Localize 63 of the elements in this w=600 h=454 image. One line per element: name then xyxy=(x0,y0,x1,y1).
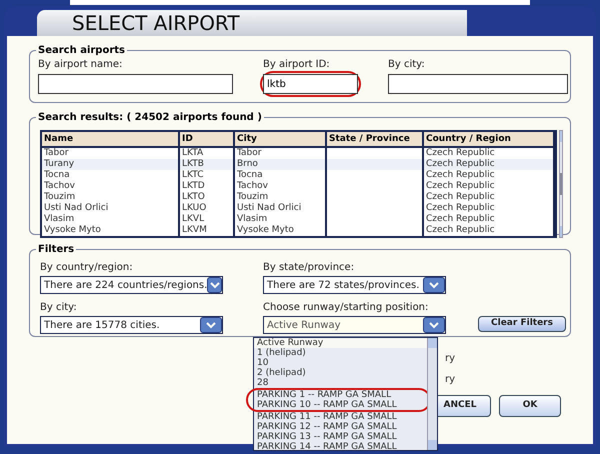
ok-button[interactable]: OK xyxy=(499,395,561,417)
dropdown-arrow-button[interactable] xyxy=(423,277,445,293)
group-legend: Search results: ( 24502 airports found ) xyxy=(36,110,264,125)
group-legend: Search airports xyxy=(36,43,127,58)
field-label: Choose runway/starting position: xyxy=(263,301,430,315)
input-field[interactable] xyxy=(388,74,568,94)
table-row[interactable]: Tabor LKTA Tabor Czech Republic xyxy=(42,148,555,159)
table-cell: Vysoke Myto xyxy=(42,225,180,236)
runway-option[interactable]: PARKING 11 -- RAMP GA SMALL xyxy=(254,412,427,422)
field-label: By airport ID: xyxy=(263,58,331,72)
field-label: By city: xyxy=(40,301,78,315)
column-header[interactable]: State / Province xyxy=(327,132,424,146)
runway-option[interactable]: 1 (helipad) xyxy=(254,348,427,358)
runway-option[interactable]: PARKING 13 -- RAMP GA SMALL xyxy=(254,432,427,442)
dropdown-arrow-button[interactable] xyxy=(423,317,445,333)
partial-label: ry xyxy=(445,352,456,366)
field-label: By airport name: xyxy=(38,58,124,72)
field-label: By country/region: xyxy=(40,261,134,275)
dropdown-value: There are 72 states/provinces. xyxy=(267,278,420,292)
chevron-down-icon xyxy=(210,282,220,288)
dropdown[interactable]: There are 72 states/provinces. xyxy=(263,276,446,294)
table-cell: LKVM xyxy=(180,225,235,236)
runway-option[interactable]: 28 xyxy=(254,378,427,388)
dropdown[interactable]: There are 15778 cities. xyxy=(40,316,223,334)
table-row[interactable]: Vlasim LKVL Vlasim Czech Republic xyxy=(42,214,555,225)
partial-label: ry xyxy=(445,373,456,387)
runway-option[interactable]: Active Runway xyxy=(254,338,427,348)
table-row[interactable]: Turany LKTB Brno Czech Republic xyxy=(42,159,555,170)
scrollbar[interactable] xyxy=(427,338,437,450)
dropdown-value: There are 15778 cities. xyxy=(44,318,160,332)
field-label: By state/province: xyxy=(263,261,356,275)
column-header[interactable]: Country / Region xyxy=(424,132,555,146)
window-title: SELECT AIRPORT xyxy=(72,13,240,33)
table-row[interactable]: Usti Nad Orlici LKUO Usti Nad Orlici Czech Republic xyxy=(42,203,555,214)
runway-option[interactable]: 2 (helipad) xyxy=(254,368,427,378)
table-row[interactable]: Tachov LKTD Tachov Czech Republic xyxy=(42,181,555,192)
column-header[interactable]: ID xyxy=(180,132,235,146)
dropdown[interactable]: There are 224 countries/regions. xyxy=(40,276,223,294)
dropdown-value: There are 224 countries/regions. xyxy=(44,278,208,292)
input-field[interactable]: lktb xyxy=(263,74,358,94)
runway-option[interactable]: PARKING 12 -- RAMP GA SMALL xyxy=(254,422,427,432)
chevron-down-icon xyxy=(429,322,439,328)
table-row[interactable]: Touzim LKTO Touzim Czech Republic xyxy=(42,192,555,203)
clear-filters-button[interactable]: Clear Filters xyxy=(478,316,566,332)
column-header[interactable]: City xyxy=(235,132,327,146)
dropdown-arrow-button[interactable] xyxy=(207,277,222,293)
column-header[interactable]: Name xyxy=(42,132,180,146)
table-cell: Czech Republic xyxy=(424,225,555,236)
table-cell: Vysoke Myto xyxy=(235,225,327,236)
chevron-down-icon xyxy=(206,322,216,328)
table-row[interactable]: Tocna LKTC Tocna Czech Republic xyxy=(42,170,555,181)
runway-option[interactable]: PARKING 10 -- RAMP GA SMALL xyxy=(254,400,429,410)
scrollbar[interactable] xyxy=(559,130,563,238)
input-field[interactable] xyxy=(38,74,233,94)
runway-option[interactable]: 10 xyxy=(254,358,427,368)
dropdown-value: Active Runway xyxy=(267,318,341,332)
table-row[interactable]: Vysoke Myto LKVM Vysoke Myto Czech Republic xyxy=(42,225,555,236)
field-label: By city: xyxy=(388,58,426,72)
chevron-down-icon xyxy=(429,282,439,288)
dropdown-arrow-button[interactable] xyxy=(200,317,222,333)
runway-option[interactable]: PARKING 1 -- RAMP GA SMALL xyxy=(254,390,429,400)
dropdown[interactable]: Active Runway xyxy=(263,316,446,334)
runway-option[interactable]: PARKING 14 -- RAMP GA SMALL xyxy=(254,442,427,452)
